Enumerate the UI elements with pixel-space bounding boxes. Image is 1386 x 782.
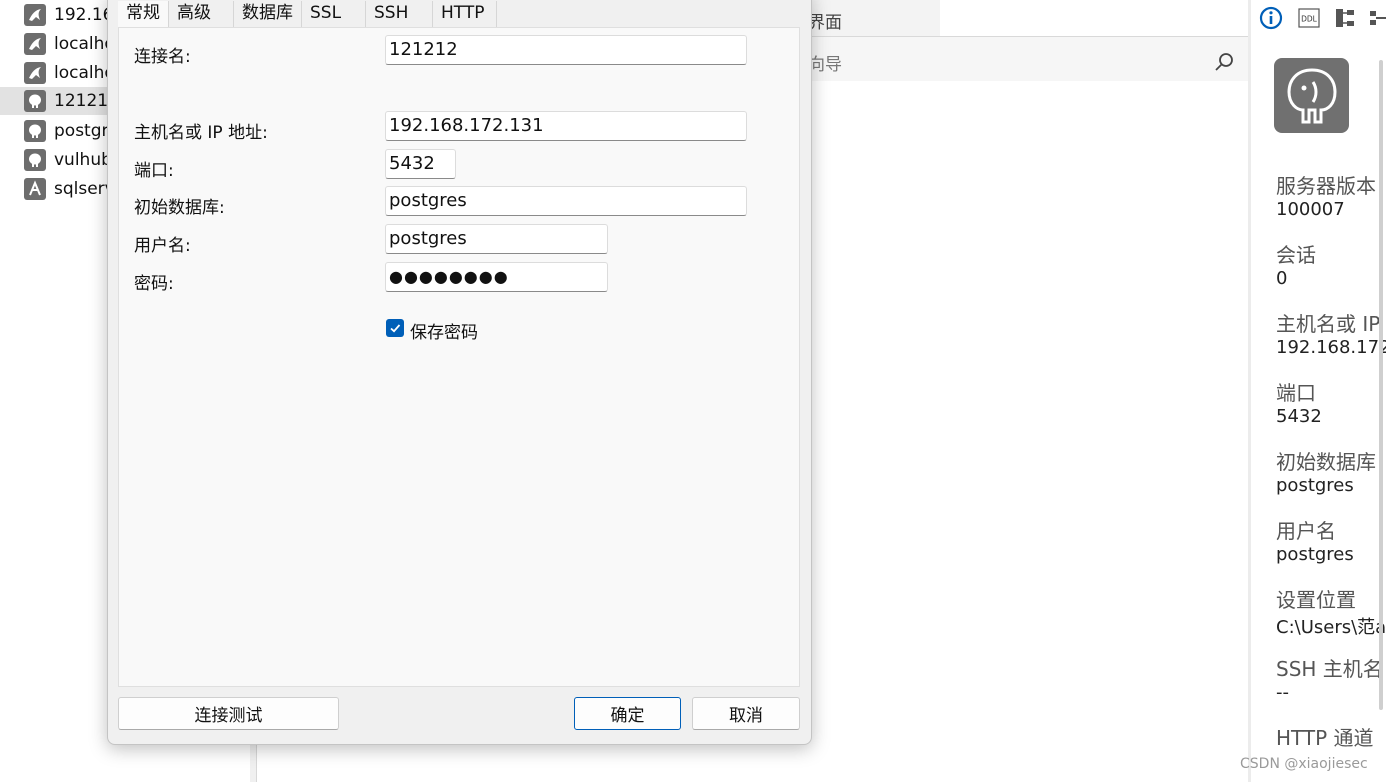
er-diagram-icon[interactable] <box>1333 6 1357 30</box>
sidebar-item-label: sqlserv <box>54 179 115 199</box>
connection-name-label: 连接名: <box>134 47 191 67</box>
info-label: 服务器版本 <box>1276 174 1376 198</box>
search-icon[interactable] <box>1212 50 1236 74</box>
info-icon[interactable] <box>1259 6 1283 30</box>
info-value: C:\Users\范a <box>1276 617 1386 638</box>
tab-ssh[interactable]: SSH <box>366 1 433 27</box>
info-value: 100007 <box>1276 199 1345 220</box>
cancel-button[interactable]: 取消 <box>692 697 800 730</box>
ddl-icon[interactable]: DDL <box>1297 6 1321 30</box>
username-input[interactable]: postgres <box>385 224 608 254</box>
info-label: 初始数据库 <box>1276 450 1376 474</box>
info-label: SSH 主机名 <box>1276 657 1383 681</box>
checkmark-icon <box>390 324 401 333</box>
postgresql-elephant-icon <box>24 149 46 171</box>
save-password-checkbox[interactable] <box>386 319 404 337</box>
info-value: postgres <box>1276 475 1354 496</box>
tab-databases[interactable]: 数据库 <box>234 1 302 27</box>
username-label: 用户名: <box>134 236 191 256</box>
general-tab-panel: 连接名: 121212 主机名或 IP 地址: 192.168.172.131 … <box>118 27 800 687</box>
tab-ssl[interactable]: SSL <box>302 1 366 27</box>
postgresql-logo-icon <box>1274 58 1349 133</box>
mysql-dolphin-icon <box>24 62 46 84</box>
info-label: 用户名 <box>1276 519 1336 543</box>
ddl-icon-text: DDL <box>1301 15 1318 24</box>
test-connection-button[interactable]: 连接测试 <box>118 697 339 730</box>
info-label: 端口 <box>1276 381 1316 405</box>
info-value: 0 <box>1276 268 1288 289</box>
wizard-button[interactable]: 向导 <box>808 50 842 75</box>
objects-tab-label: 界面 <box>808 13 842 33</box>
save-password-label[interactable]: 保存密码 <box>410 318 478 343</box>
dialog-tabs: 常规 高级 数据库 SSL SSH HTTP <box>118 1 497 27</box>
sidebar-item-label: postgr <box>54 121 109 141</box>
info-label: 设置位置 <box>1276 588 1356 612</box>
initial-database-label: 初始数据库: <box>134 198 225 218</box>
host-label: 主机名或 IP 地址: <box>134 123 268 143</box>
info-panel-scrollbar[interactable] <box>1379 60 1383 710</box>
split-view-icon[interactable] <box>1367 6 1386 30</box>
info-value: postgres <box>1276 544 1354 565</box>
sidebar-item-label: localho <box>54 34 115 54</box>
mysql-dolphin-icon <box>24 4 46 26</box>
tab-general[interactable]: 常规 <box>118 1 169 27</box>
password-input[interactable]: ●●●●●●●● <box>385 262 608 292</box>
password-label: 密码: <box>134 274 174 294</box>
tab-advanced[interactable]: 高级 <box>169 1 234 27</box>
sidebar-item-label: localho <box>54 63 115 83</box>
info-panel: DDL 服务器版本 100007 会话 0 主机名或 IP 192.168.17… <box>1251 0 1386 782</box>
initial-database-input[interactable]: postgres <box>385 186 747 216</box>
info-label: 主机名或 IP <box>1276 312 1381 336</box>
info-value: 5432 <box>1276 406 1322 427</box>
info-value: -- <box>1276 682 1289 703</box>
info-value: 192.168.172 <box>1276 337 1386 358</box>
sidebar-item-label: 192.16 <box>54 5 114 25</box>
host-input[interactable]: 192.168.172.131 <box>385 111 747 141</box>
mysql-dolphin-icon <box>24 33 46 55</box>
port-label: 端口: <box>134 161 174 181</box>
connection-name-input[interactable]: 121212 <box>385 35 747 65</box>
sqlserver-icon <box>24 178 46 200</box>
watermark: CSDN @xiaojiesec <box>1240 756 1368 772</box>
objects-toolbar <box>808 37 1248 81</box>
ok-button[interactable]: 确定 <box>574 697 681 730</box>
port-input[interactable]: 5432 <box>385 149 456 179</box>
info-label: 会话 <box>1276 243 1316 267</box>
postgresql-elephant-icon <box>24 120 46 142</box>
postgresql-elephant-icon <box>24 90 46 112</box>
sidebar-item-label: vulhub <box>54 150 112 170</box>
tab-http[interactable]: HTTP <box>433 1 497 27</box>
connection-dialog: 常规 高级 数据库 SSL SSH HTTP 连接名: 121212 主机名或 … <box>107 0 812 745</box>
info-label: HTTP 通道 <box>1276 726 1374 750</box>
